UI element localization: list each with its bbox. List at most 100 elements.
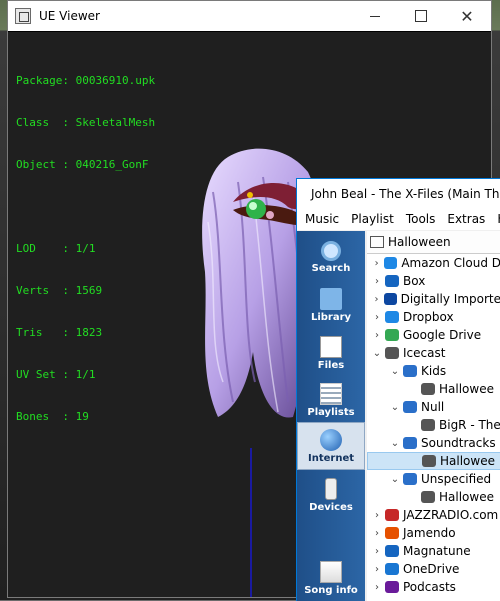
nav-label: Library [310, 312, 352, 323]
tree-item[interactable]: › Digitally Importe [367, 290, 500, 308]
expand-chevron-icon[interactable]: › [371, 546, 383, 557]
tree-item[interactable]: › Podcasts [367, 578, 500, 596]
expand-chevron-icon[interactable]: ⌄ [371, 348, 383, 359]
broadcast-icon [385, 347, 399, 359]
menu-extras[interactable]: Extras [447, 212, 485, 226]
tree-item[interactable]: Hallowee [367, 488, 500, 506]
tree-item[interactable]: BigR - The [367, 416, 500, 434]
info-line: UV Set : 1/1 [16, 368, 96, 381]
jamendo-icon [385, 527, 399, 539]
tree-item[interactable]: › Dropbox [367, 308, 500, 326]
nav-internet[interactable]: Internet [297, 422, 365, 470]
tree-item[interactable]: ⌄ Unspecified [367, 470, 500, 488]
info-gap [16, 200, 155, 214]
expand-chevron-icon[interactable]: › [371, 258, 382, 269]
song-info-icon [320, 561, 342, 583]
close-icon: ✕ [460, 6, 474, 26]
magnatune-icon [385, 545, 399, 557]
expand-chevron-icon[interactable]: ⌄ [389, 438, 401, 449]
tree-item[interactable]: Hallowee [367, 380, 500, 398]
maximize-button[interactable] [398, 1, 444, 31]
broadcast-icon [421, 491, 435, 503]
tree-item[interactable]: › Magnatune [367, 542, 500, 560]
close-button[interactable]: ✕ [444, 1, 490, 31]
tree-item-label: Podcasts [403, 580, 456, 594]
info-line: LOD : 1/1 [16, 242, 96, 255]
tree-item[interactable]: › Google Drive [367, 326, 500, 344]
tree-item-label: Soundtracks [421, 436, 496, 450]
music-note-icon [403, 401, 417, 413]
now-playing-title: John Beal - The X-Files (Main The [311, 186, 500, 201]
menu-bar: Music Playlist Tools Extras H [297, 208, 500, 230]
nav-search[interactable]: Search [297, 235, 365, 281]
sources-tree: › Amazon Cloud D › Box › Digitally Importe › Dr… [367, 254, 500, 596]
menu-tools[interactable]: Tools [406, 212, 436, 226]
tree-filter-bar[interactable]: Halloween [367, 231, 500, 254]
tree-item[interactable]: Hallowee [367, 452, 500, 470]
tree-item-label: Dropbox [403, 310, 454, 324]
filter-icon [370, 236, 384, 248]
tree-filter-input[interactable]: Halloween [388, 235, 451, 249]
nav-devices[interactable]: Devices [297, 472, 365, 518]
search-icon [321, 241, 341, 261]
menu-music[interactable]: Music [305, 212, 339, 226]
nav-label: Song info [304, 585, 358, 596]
tree-item[interactable]: ⌄ Icecast [367, 344, 500, 362]
mesh-info-overlay: Package: 00036910.upk Class : SkeletalMe… [16, 46, 155, 452]
window-title: UE Viewer [39, 9, 100, 23]
tree-item[interactable]: ⌄ Kids [367, 362, 500, 380]
expand-chevron-icon[interactable]: › [371, 330, 383, 341]
podcast-icon [385, 581, 399, 593]
musicbee-window[interactable]: John Beal - The X-Files (Main The Music … [296, 178, 500, 601]
minimize-button[interactable] [352, 1, 398, 31]
app-window-icon [15, 8, 31, 24]
tree-item-label: BigR - The [439, 418, 500, 432]
nav-playlists[interactable]: Playlists [297, 377, 365, 423]
nav-song-info[interactable]: Song info [297, 555, 365, 601]
menu-playlist[interactable]: Playlist [351, 212, 394, 226]
tree-item[interactable]: › JAZZRADIO.com [367, 506, 500, 524]
files-icon [320, 336, 342, 358]
broadcast-icon [421, 383, 435, 395]
ue-viewer-titlebar[interactable]: UE Viewer ✕ [8, 1, 491, 31]
nav-label: Devices [309, 502, 353, 513]
tree-item[interactable]: › Box [367, 272, 500, 290]
music-note-icon [403, 365, 417, 377]
tree-item-label: Box [403, 274, 426, 288]
nav-library[interactable]: Library [297, 282, 365, 328]
internet-sources-panel: Halloween › Amazon Cloud D › Box › Digitally … [367, 231, 500, 601]
info-line: Verts : 1569 [16, 284, 103, 297]
tree-item[interactable]: ⌄ Soundtracks [367, 434, 500, 452]
musicbee-titlebar[interactable]: John Beal - The X-Files (Main The [297, 179, 500, 208]
nav-files[interactable]: Files [297, 330, 365, 376]
expand-chevron-icon[interactable]: › [371, 564, 383, 575]
nav-label: Search [311, 263, 351, 274]
expand-chevron-icon[interactable]: ⌄ [389, 474, 401, 485]
nav-label: Playlists [307, 407, 355, 418]
expand-chevron-icon[interactable]: ⌄ [389, 366, 401, 377]
expand-chevron-icon[interactable]: › [371, 294, 382, 305]
minimize-icon [370, 15, 380, 17]
tree-item[interactable]: › OneDrive [367, 560, 500, 578]
musicbee-body: Search Library Files Playlists Internet … [297, 231, 500, 601]
tree-item[interactable]: › Jamendo [367, 524, 500, 542]
expand-chevron-icon[interactable]: › [371, 276, 383, 287]
google-drive-icon [385, 329, 399, 341]
tree-item-label: Hallowee [440, 454, 495, 468]
library-icon [320, 288, 342, 310]
tree-item-label: Google Drive [403, 328, 482, 342]
expand-chevron-icon[interactable]: › [371, 510, 383, 521]
expand-chevron-icon[interactable]: › [371, 582, 383, 593]
tree-item-label: Magnatune [403, 544, 471, 558]
expand-chevron-icon[interactable]: ⌄ [389, 402, 401, 413]
tree-item[interactable]: › Amazon Cloud D [367, 254, 500, 272]
devices-icon [325, 478, 337, 500]
expand-chevron-icon[interactable]: › [371, 528, 383, 539]
info-line: Class : SkeletalMesh [16, 116, 156, 129]
tree-item[interactable]: ⌄ Null [367, 398, 500, 416]
expand-chevron-icon[interactable]: › [371, 312, 383, 323]
tree-item-label: Digitally Importe [400, 292, 500, 306]
jazzradio-icon [385, 509, 399, 521]
tree-item-label: Icecast [403, 346, 446, 360]
tree-item-label: Hallowee [439, 382, 494, 396]
